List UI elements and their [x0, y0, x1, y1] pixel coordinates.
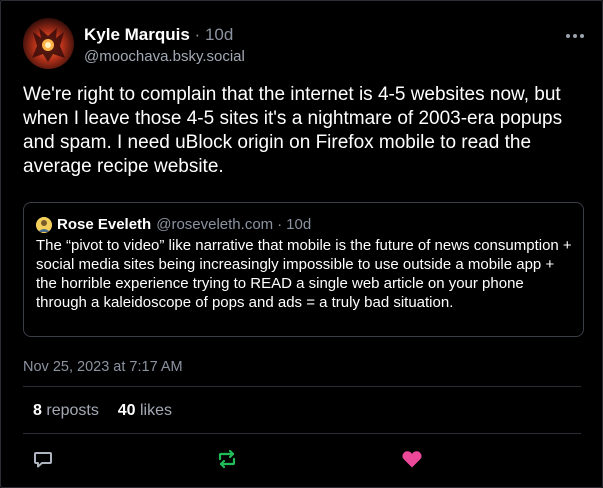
- reply-icon[interactable]: [33, 449, 55, 469]
- repost-icon[interactable]: [216, 449, 238, 469]
- quoted-post[interactable]: Rose Eveleth @roseveleth.com · 10d The “…: [23, 202, 584, 337]
- author-name[interactable]: Kyle Marquis: [84, 25, 190, 44]
- quoted-author-handle[interactable]: @roseveleth.com: [156, 216, 273, 234]
- likes-count: 40: [117, 402, 136, 419]
- quoted-author-avatar: [36, 217, 52, 233]
- quoted-post-header: Rose Eveleth @roseveleth.com · 10d: [36, 216, 311, 234]
- quoted-separator: ·: [277, 216, 283, 233]
- reposts-label: reposts: [46, 402, 99, 419]
- reposts-stat[interactable]: 8 reposts: [33, 402, 99, 419]
- quoted-post-text: The “pivot to video” like narrative that…: [36, 237, 572, 311]
- reposts-count: 8: [33, 402, 42, 419]
- divider: [23, 386, 581, 387]
- post-card: Kyle Marquis · 10d @moochava.bsky.social…: [0, 0, 603, 488]
- post-timestamp: Nov 25, 2023 at 7:17 AM: [23, 359, 183, 375]
- post-text: We're right to complain that the interne…: [23, 84, 563, 177]
- author-avatar[interactable]: [23, 18, 74, 69]
- likes-label: likes: [139, 402, 172, 419]
- likes-stat[interactable]: 40 likes: [118, 402, 172, 419]
- post-time-ago[interactable]: 10d: [205, 25, 233, 44]
- quoted-author-name[interactable]: Rose Eveleth: [57, 216, 151, 234]
- divider: [23, 433, 581, 434]
- author-handle[interactable]: @moochava.bsky.social: [84, 48, 245, 66]
- heart-icon[interactable]: [401, 449, 423, 469]
- post-stats: 8 reposts 40 likes: [33, 402, 172, 420]
- author-separator: ·: [194, 25, 201, 44]
- post-author-line: Kyle Marquis · 10d: [84, 25, 233, 45]
- quoted-time-ago: 10d: [286, 216, 312, 233]
- more-options-icon[interactable]: [566, 27, 584, 45]
